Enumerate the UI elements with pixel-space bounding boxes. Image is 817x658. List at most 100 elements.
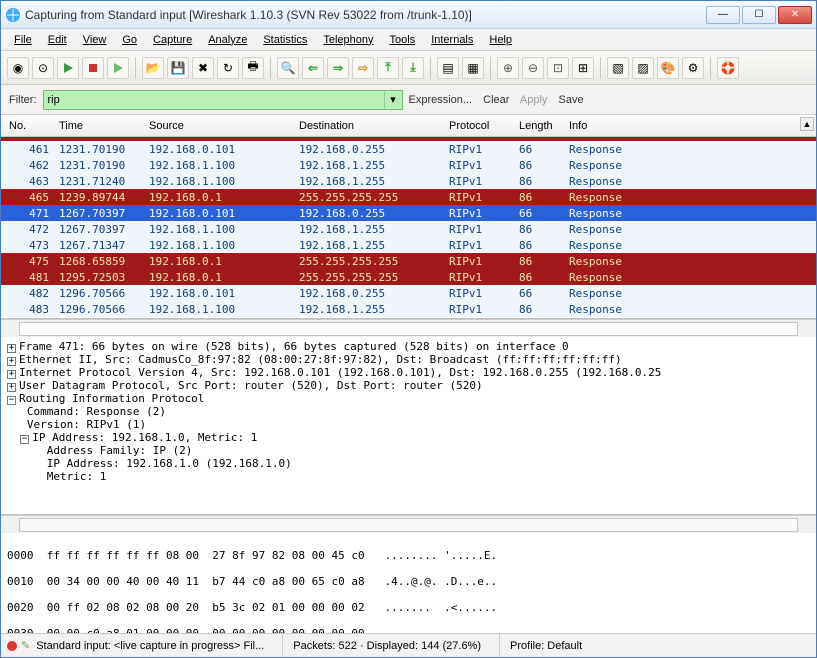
column-info[interactable]: Info xyxy=(567,120,810,132)
expert-info-icon[interactable]: ✎ xyxy=(21,639,30,652)
menu-telephony[interactable]: Telephony xyxy=(316,31,380,49)
zoom-reset-button[interactable]: ⊡ xyxy=(547,57,569,79)
coloring-rules-button[interactable]: 🎨 xyxy=(657,57,679,79)
collapse-icon[interactable]: − xyxy=(20,435,29,444)
options-button[interactable]: ⊙ xyxy=(32,57,54,79)
column-no[interactable]: No. xyxy=(7,120,57,132)
tree-udp[interactable]: User Datagram Protocol, Src Port: router… xyxy=(19,379,483,392)
restart-button[interactable] xyxy=(107,57,129,79)
zoom-in-button[interactable]: ⊕ xyxy=(497,57,519,79)
autoscroll-button[interactable]: ▦ xyxy=(462,57,484,79)
menu-file[interactable]: File xyxy=(7,31,39,49)
menu-statistics[interactable]: Statistics xyxy=(256,31,314,49)
packet-row[interactable]: 4621231.70190192.168.1.100192.168.1.255R… xyxy=(1,157,816,173)
tree-command[interactable]: Command: Response (2) xyxy=(7,405,166,418)
menu-help[interactable]: Help xyxy=(482,31,519,49)
packet-list-header[interactable]: No. Time Source Destination Protocol Len… xyxy=(1,115,816,137)
print-button[interactable]: 🖶 xyxy=(242,57,264,79)
tree-ip[interactable]: Internet Protocol Version 4, Src: 192.16… xyxy=(19,366,661,379)
packet-row[interactable]: 4751268.65859192.168.0.1255.255.255.255R… xyxy=(1,253,816,269)
packet-list-scrollbar[interactable] xyxy=(1,319,816,337)
go-forward-button[interactable]: ⇒ xyxy=(327,57,349,79)
filter-clear-link[interactable]: Clear xyxy=(483,94,509,106)
filter-save-link[interactable]: Save xyxy=(559,94,584,106)
go-to-button[interactable]: ⇨ xyxy=(352,57,374,79)
details-scrollbar[interactable] xyxy=(1,515,816,533)
menu-view[interactable]: View xyxy=(76,31,114,49)
filter-input[interactable] xyxy=(44,94,384,106)
tree-eth[interactable]: Ethernet II, Src: CadmusCo_8f:97:82 (08:… xyxy=(19,353,622,366)
filter-expression-link[interactable]: Expression... xyxy=(409,94,473,106)
packet-row[interactable]: 4821296.70566192.168.0.101192.168.0.255R… xyxy=(1,285,816,301)
packet-bytes-pane[interactable]: 0000 ff ff ff ff ff ff 08 00 27 8f 97 82… xyxy=(1,533,816,637)
reload-button[interactable]: ↻ xyxy=(217,57,239,79)
column-length[interactable]: Length xyxy=(517,120,567,132)
menu-bar: File Edit View Go Capture Analyze Statis… xyxy=(1,29,816,51)
expand-icon[interactable]: + xyxy=(7,370,16,379)
status-bar: ✎ Standard input: <live capture in progr… xyxy=(1,633,816,657)
resize-columns-button[interactable]: ⊞ xyxy=(572,57,594,79)
window-title: Capturing from Standard input [Wireshark… xyxy=(25,8,706,22)
find-button[interactable]: 🔍 xyxy=(277,57,299,79)
expand-icon[interactable]: + xyxy=(7,357,16,366)
minimize-button[interactable]: — xyxy=(706,6,740,24)
display-filters-button[interactable]: ▨ xyxy=(632,57,654,79)
packet-row[interactable]: 4611231.70190192.168.0.101192.168.0.255R… xyxy=(1,141,816,157)
close-button[interactable]: ✕ xyxy=(778,6,812,24)
capture-filters-button[interactable]: ▧ xyxy=(607,57,629,79)
column-source[interactable]: Source xyxy=(147,120,297,132)
packet-row[interactable]: 4721267.70397192.168.1.100192.168.1.255R… xyxy=(1,221,816,237)
hex-line[interactable]: 0020 00 ff 02 08 02 08 00 20 b5 3c 02 01… xyxy=(7,601,810,614)
app-icon xyxy=(5,7,21,23)
filter-input-wrapper[interactable]: ▾ xyxy=(43,90,403,110)
close-file-button[interactable]: ✖ xyxy=(192,57,214,79)
menu-tools[interactable]: Tools xyxy=(383,31,423,49)
expand-icon[interactable]: + xyxy=(7,344,16,353)
help-button[interactable]: 🛟 xyxy=(717,57,739,79)
column-protocol[interactable]: Protocol xyxy=(447,120,517,132)
go-back-button[interactable]: ⇐ xyxy=(302,57,324,79)
hex-line[interactable]: 0010 00 34 00 00 40 00 40 11 b7 44 c0 a8… xyxy=(7,575,810,588)
filter-apply-link[interactable]: Apply xyxy=(520,94,548,106)
scroll-up-icon[interactable]: ▲ xyxy=(800,117,814,131)
menu-internals[interactable]: Internals xyxy=(424,31,480,49)
go-first-button[interactable]: ⤒ xyxy=(377,57,399,79)
filter-dropdown-icon[interactable]: ▾ xyxy=(384,91,402,109)
tree-frame[interactable]: Frame 471: 66 bytes on wire (528 bits), … xyxy=(19,340,569,353)
packet-row[interactable]: 4811295.72503192.168.0.1255.255.255.255R… xyxy=(1,269,816,285)
zoom-out-button[interactable]: ⊖ xyxy=(522,57,544,79)
colorize-button[interactable]: ▤ xyxy=(437,57,459,79)
open-button[interactable]: 📂 xyxy=(142,57,164,79)
tree-version[interactable]: Version: RIPv1 (1) xyxy=(7,418,146,431)
tree-af[interactable]: Address Family: IP (2) xyxy=(7,444,192,457)
menu-go[interactable]: Go xyxy=(115,31,144,49)
packet-row[interactable]: 4631231.71240192.168.1.100192.168.1.255R… xyxy=(1,173,816,189)
maximize-button[interactable]: ☐ xyxy=(742,6,776,24)
packet-details-pane[interactable]: +Frame 471: 66 bytes on wire (528 bits),… xyxy=(1,337,816,515)
go-last-button[interactable]: ⤓ xyxy=(402,57,424,79)
stop-button[interactable] xyxy=(82,57,104,79)
menu-analyze[interactable]: Analyze xyxy=(201,31,254,49)
packet-list-pane[interactable]: 4611231.70190192.168.0.101192.168.0.255R… xyxy=(1,137,816,319)
tree-ip2[interactable]: IP Address: 192.168.1.0 (192.168.1.0) xyxy=(7,457,292,470)
save-button[interactable]: 💾 xyxy=(167,57,189,79)
tree-metric[interactable]: Metric: 1 xyxy=(7,470,106,483)
menu-capture[interactable]: Capture xyxy=(146,31,199,49)
packet-row[interactable]: 4831296.70566192.168.1.100192.168.1.255R… xyxy=(1,301,816,317)
toolbar-separator xyxy=(135,57,136,79)
column-destination[interactable]: Destination xyxy=(297,120,447,132)
tree-ipaddr[interactable]: IP Address: 192.168.1.0, Metric: 1 xyxy=(32,431,257,444)
status-profile[interactable]: Profile: Default xyxy=(510,640,582,652)
packet-row[interactable]: 4731267.71347192.168.1.100192.168.1.255R… xyxy=(1,237,816,253)
start-button[interactable] xyxy=(57,57,79,79)
packet-row[interactable]: 4651239.89744192.168.0.1255.255.255.255R… xyxy=(1,189,816,205)
menu-edit[interactable]: Edit xyxy=(41,31,74,49)
collapse-icon[interactable]: − xyxy=(7,396,16,405)
packet-row[interactable]: 4711267.70397192.168.0.101192.168.0.255R… xyxy=(1,205,816,221)
preferences-button[interactable]: ⚙ xyxy=(682,57,704,79)
interfaces-button[interactable]: ◉ xyxy=(7,57,29,79)
tree-rip[interactable]: Routing Information Protocol xyxy=(19,392,204,405)
expand-icon[interactable]: + xyxy=(7,383,16,392)
column-time[interactable]: Time xyxy=(57,120,147,132)
hex-line[interactable]: 0000 ff ff ff ff ff ff 08 00 27 8f 97 82… xyxy=(7,549,810,562)
